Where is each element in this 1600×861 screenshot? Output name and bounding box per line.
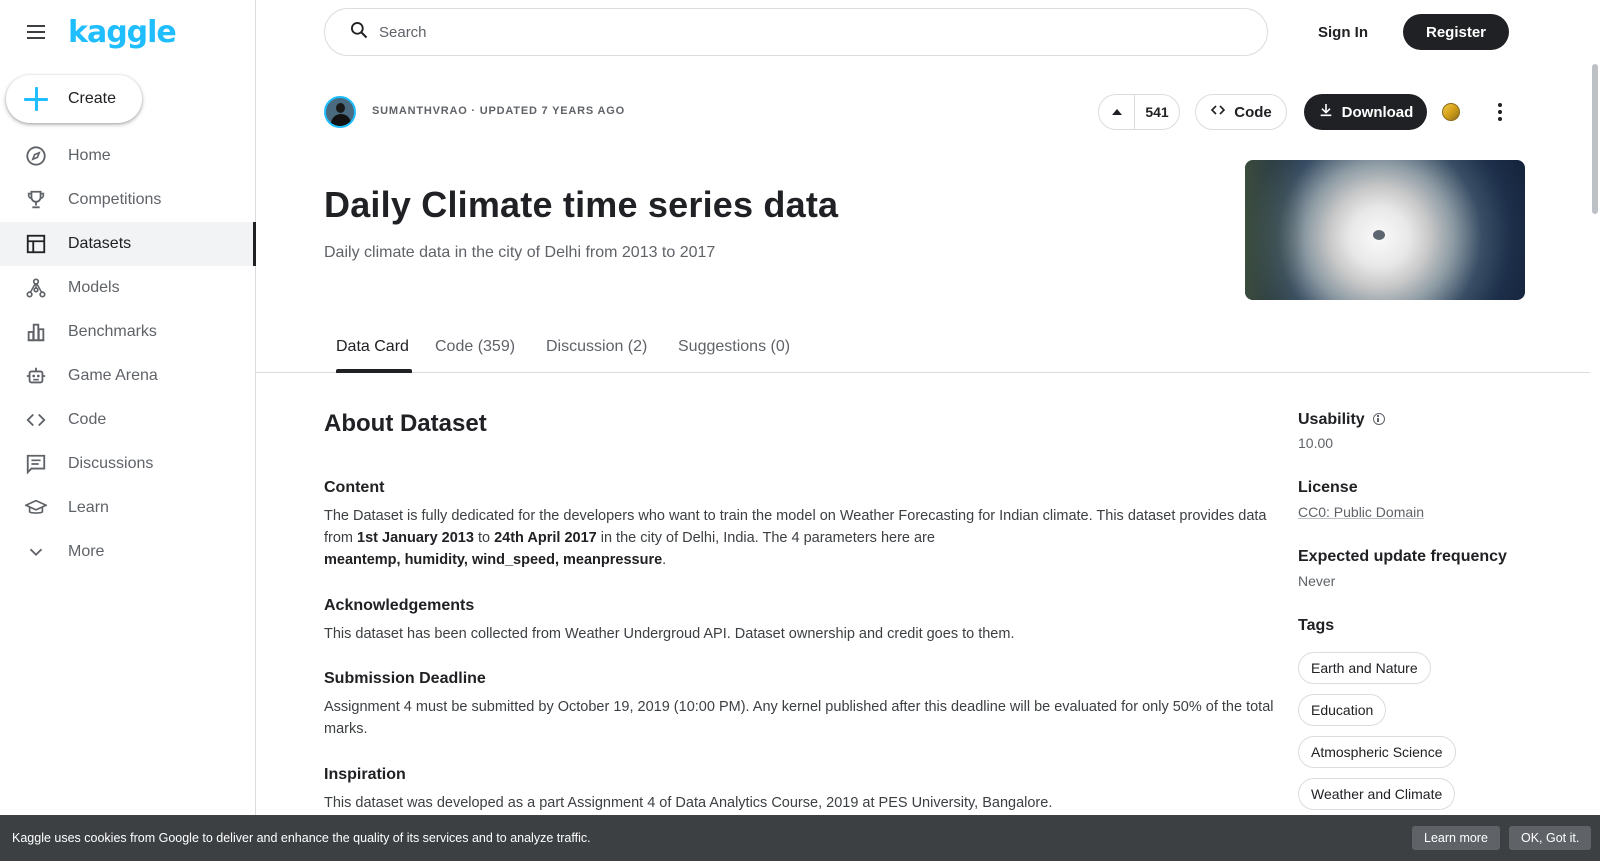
dataset-cover-image — [1245, 160, 1525, 300]
sidebar-item-label: More — [68, 543, 105, 560]
sidebar-item-competitions[interactable]: Competitions — [0, 178, 256, 222]
sidebar-item-label: Game Arena — [68, 367, 158, 384]
tag-chip[interactable]: Education — [1298, 694, 1387, 726]
create-button[interactable]: Create — [6, 75, 142, 123]
sidebar-item-label: Code — [68, 411, 107, 428]
tag-chip[interactable]: Atmospheric Science — [1298, 736, 1456, 768]
trophy-icon — [24, 188, 48, 212]
sign-in-button[interactable]: Sign In — [1304, 14, 1382, 50]
hamburger-menu-icon[interactable] — [24, 20, 48, 44]
dataset-meta: SUMANTHVRAO · UPDATED 7 YEARS AGO — [372, 105, 625, 117]
sidebar-item-label: Datasets — [68, 235, 132, 252]
tag-chip[interactable]: Weather and Climate — [1298, 778, 1456, 810]
section-heading-acknowledgements: Acknowledgements — [324, 597, 475, 614]
dataset-tabs: Data Card Code (359) Discussion (2) Sugg… — [256, 330, 1590, 373]
sidebar-item-label: Learn — [68, 499, 109, 516]
tab-data-card[interactable]: Data Card — [336, 338, 409, 356]
medal-icon — [1442, 103, 1460, 121]
triangle-up-icon — [1111, 109, 1122, 115]
license-link[interactable]: CC0: Public Domain — [1298, 504, 1424, 520]
code-icon — [24, 408, 48, 432]
sidebar: kaggle Create Home Competitions Datasets — [0, 0, 256, 861]
tag-chip[interactable]: Earth and Nature — [1298, 652, 1431, 684]
code-button[interactable]: Code — [1195, 94, 1287, 130]
info-icon[interactable] — [1372, 413, 1385, 425]
sidebar-item-learn[interactable]: Learn — [0, 486, 256, 530]
more-options-icon[interactable] — [1488, 100, 1512, 124]
chevron-down-icon — [24, 540, 48, 564]
upvote-button[interactable] — [1099, 95, 1135, 129]
sidebar-item-discussions[interactable]: Discussions — [0, 442, 256, 486]
sidebar-item-label: Competitions — [68, 191, 162, 208]
compass-icon — [24, 144, 48, 168]
section-heading-content: Content — [324, 479, 385, 496]
usability-value: 10.00 — [1298, 435, 1334, 451]
table-icon — [24, 232, 48, 256]
cookie-learn-more-button[interactable]: Learn more — [1412, 826, 1500, 850]
section-text-inspiration: This dataset was developed as a part Ass… — [324, 795, 1053, 811]
tab-suggestions[interactable]: Suggestions (0) — [678, 338, 790, 356]
cookie-ok-button[interactable]: OK, Got it. — [1509, 826, 1592, 850]
section-text-submission-deadline: Assignment 4 must be submitted by Octobe… — [324, 699, 1274, 737]
about-heading: About Dataset — [324, 410, 487, 437]
sidebar-top: kaggle — [0, 0, 255, 64]
code-button-label: Code — [1234, 103, 1272, 121]
sidebar-item-code[interactable]: Code — [0, 398, 256, 442]
sidebar-item-home[interactable]: Home — [0, 134, 256, 178]
scrollbar-thumb[interactable] — [1592, 64, 1598, 214]
page-subtitle: Daily climate data in the city of Delhi … — [324, 244, 716, 261]
upvote-count: 541 — [1145, 104, 1169, 120]
download-button[interactable]: Download — [1304, 94, 1427, 130]
search-input[interactable] — [379, 23, 1179, 41]
update-frequency-heading: Expected update frequency — [1298, 548, 1507, 565]
section-text-content: The Dataset is fully dedicated for the d… — [324, 508, 1267, 568]
kaggle-logo[interactable]: kaggle — [68, 15, 177, 50]
school-icon — [24, 496, 48, 520]
page-title: Daily Climate time series data — [324, 184, 839, 225]
create-label: Create — [68, 90, 117, 107]
tab-discussion[interactable]: Discussion (2) — [546, 338, 647, 356]
sidebar-nav: Home Competitions Datasets Models Benchm… — [0, 134, 256, 574]
register-button[interactable]: Register — [1403, 14, 1509, 50]
sidebar-item-benchmarks[interactable]: Benchmarks — [0, 310, 256, 354]
download-icon — [1318, 102, 1334, 122]
tags-heading: Tags — [1298, 617, 1335, 634]
license-heading: License — [1298, 479, 1358, 496]
search-icon — [349, 20, 369, 45]
sidebar-item-models[interactable]: Models — [0, 266, 256, 310]
avatar[interactable] — [324, 96, 356, 128]
models-icon — [24, 276, 48, 300]
cookie-text: Kaggle uses cookies from Google to deliv… — [12, 831, 591, 845]
download-button-label: Download — [1341, 103, 1414, 121]
sidebar-item-datasets[interactable]: Datasets — [0, 222, 256, 266]
sidebar-item-game-arena[interactable]: Game Arena — [0, 354, 256, 398]
active-tab-indicator — [336, 369, 412, 373]
usability-heading: Usability — [1298, 411, 1385, 429]
cookie-banner: Kaggle uses cookies from Google to deliv… — [0, 815, 1600, 861]
section-text-acknowledgements: This dataset has been collected from Wea… — [324, 626, 1015, 642]
comment-icon — [24, 452, 48, 476]
bar-chart-icon — [24, 320, 48, 344]
section-heading-submission-deadline: Submission Deadline — [324, 670, 486, 687]
update-frequency-value: Never — [1298, 573, 1336, 589]
sidebar-item-more[interactable]: More — [0, 530, 256, 574]
robot-icon — [24, 364, 48, 388]
sidebar-item-label: Benchmarks — [68, 323, 157, 340]
search-bar[interactable] — [324, 8, 1268, 56]
tab-code[interactable]: Code (359) — [435, 338, 515, 356]
code-icon — [1210, 102, 1226, 122]
sidebar-item-label: Home — [68, 147, 111, 164]
sidebar-item-label: Discussions — [68, 455, 154, 472]
plus-icon — [24, 87, 48, 111]
section-heading-inspiration: Inspiration — [324, 766, 406, 783]
upvote-widget: 541 — [1098, 94, 1180, 130]
sidebar-item-label: Models — [68, 279, 120, 296]
